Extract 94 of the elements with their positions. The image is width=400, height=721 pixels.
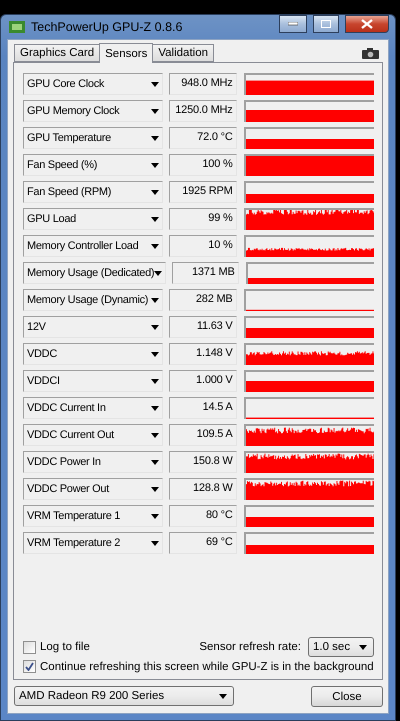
sensor-name: VDDC Power Out <box>27 483 109 495</box>
sensor-name: Memory Usage (Dynamic) <box>27 294 148 306</box>
minimize-icon <box>288 22 298 26</box>
sensor-reading: 1.000 V <box>169 370 237 392</box>
caret-icon <box>154 270 162 276</box>
sensor-name: Fan Speed (%) <box>27 159 98 171</box>
window-title: TechPowerUp GPU-Z 0.8.6 <box>31 20 184 34</box>
sensor-reading: 1371 MB <box>172 262 239 284</box>
sensor-dropdown[interactable]: VRM Temperature 1 <box>23 505 164 527</box>
sensor-name: GPU Core Clock <box>27 78 104 90</box>
sensor-reading: 14.5 A <box>169 397 237 419</box>
sensor-dropdown[interactable]: VDDC <box>23 343 164 365</box>
sensor-name: Memory Controller Load <box>27 240 138 252</box>
sensor-name: Memory Usage (Dedicated) <box>27 267 154 279</box>
sensor-dropdown[interactable]: GPU Memory Clock <box>23 100 164 122</box>
maximize-button[interactable] <box>313 15 339 33</box>
sensor-name: Fan Speed (RPM) <box>27 186 112 198</box>
sensor-reading: 10 % <box>169 235 237 257</box>
caret-icon <box>151 162 160 168</box>
caret-icon <box>151 190 160 194</box>
sensor-dropdown[interactable]: GPU Core Clock <box>23 73 164 95</box>
sensor-name: VDDC <box>27 348 57 360</box>
caret-icon <box>151 298 160 302</box>
sensor-reading: 99 % <box>169 208 237 230</box>
camera-icon[interactable] <box>362 48 379 59</box>
gpu-dropdown[interactable]: AMD Radeon R9 200 Series <box>14 686 234 706</box>
sensor-dropdown[interactable]: Memory Usage (Dynamic) <box>23 289 164 311</box>
sensor-name: VDDC Current In <box>27 402 106 414</box>
caret-icon <box>151 406 160 410</box>
app-icon <box>9 20 25 34</box>
caret-icon <box>151 540 160 546</box>
sensor-reading: 1.148 V <box>169 343 237 365</box>
sensor-dropdown[interactable]: Memory Usage (Dedicated) <box>23 262 166 284</box>
tab[interactable]: Sensors <box>99 43 154 63</box>
checkbox-label: Continue refreshing this screen while GPU-Z is in the background <box>40 660 374 672</box>
sensor-dropdown[interactable]: Fan Speed (%) <box>23 154 164 176</box>
close-window-button[interactable] <box>345 15 389 33</box>
caret-icon <box>219 694 227 698</box>
sensor-reading: 1925 RPM <box>169 181 237 203</box>
caret-icon <box>151 82 160 86</box>
sensor-name: GPU Memory Clock <box>27 105 120 117</box>
sensor-name: VDDC Power In <box>27 456 101 468</box>
caret-icon <box>151 378 160 384</box>
sensor-reading: 282 MB <box>169 289 237 311</box>
caret-icon <box>151 216 160 222</box>
sensor-reading: 150.8 W <box>169 451 237 473</box>
sensor-reading: 109.5 A <box>169 424 237 446</box>
sensor-dropdown[interactable]: VDDC Current Out <box>23 424 164 446</box>
sensor-dropdown[interactable]: GPU Temperature <box>23 127 164 149</box>
sensor-reading: 1250.0 MHz <box>169 100 237 122</box>
sensor-dropdown[interactable]: VRM Temperature 2 <box>23 532 164 554</box>
sensor-name: GPU Temperature <box>27 132 111 144</box>
caret-icon <box>151 486 160 492</box>
caret-icon <box>359 644 367 650</box>
sensor-name: VDDCI <box>27 375 60 387</box>
caret-icon <box>151 352 160 356</box>
sensor-reading: 69 °C <box>169 532 237 554</box>
sensor-name: VRM Temperature 1 <box>27 510 120 522</box>
sensor-reading: 948.0 MHz <box>169 73 237 95</box>
maximize-icon <box>321 20 331 28</box>
checkbox-label: Log to file <box>40 641 90 653</box>
sensor-dropdown[interactable]: 12V <box>23 316 164 338</box>
minimize-button[interactable] <box>279 15 307 33</box>
caret-icon <box>151 136 160 140</box>
sensor-name: VDDC Current Out <box>27 429 114 441</box>
sensor-reading: 72.0 °C <box>169 127 237 149</box>
checkbox[interactable] <box>23 640 36 654</box>
sensor-reading: 128.8 W <box>169 478 237 500</box>
caret-icon <box>151 432 160 438</box>
tab[interactable]: Validation <box>152 44 214 62</box>
sensor-dropdown[interactable]: VDDC Current In <box>23 397 164 419</box>
sensor-name: 12V <box>27 321 46 333</box>
sensor-name: GPU Load <box>27 213 76 225</box>
sensor-dropdown[interactable]: VDDC Power Out <box>23 478 164 500</box>
sensor-name: VRM Temperature 2 <box>27 537 120 549</box>
checkbox[interactable] <box>23 660 36 673</box>
caret-icon <box>151 324 160 330</box>
sensor-dropdown[interactable]: GPU Load <box>23 208 164 230</box>
tab[interactable]: Graphics Card <box>14 44 100 62</box>
close-button[interactable]: Close <box>311 686 383 707</box>
refresh-rate-label: Sensor refresh rate: <box>199 641 301 653</box>
close-icon <box>361 19 373 29</box>
sensor-dropdown[interactable]: Memory Controller Load <box>23 235 164 257</box>
refresh-rate-dropdown[interactable]: 1.0 sec <box>308 637 374 657</box>
sensor-reading: 80 °C <box>169 505 237 527</box>
caret-icon <box>151 244 160 248</box>
caret-icon <box>151 514 160 518</box>
caret-icon <box>151 108 160 114</box>
sensor-reading: 100 % <box>169 154 237 176</box>
caret-icon <box>151 460 160 464</box>
sensor-dropdown[interactable]: Fan Speed (RPM) <box>23 181 164 203</box>
sensor-reading: 11.63 V <box>169 316 237 338</box>
sensor-dropdown[interactable]: VDDC Power In <box>23 451 164 473</box>
sensor-dropdown[interactable]: VDDCI <box>23 370 164 392</box>
